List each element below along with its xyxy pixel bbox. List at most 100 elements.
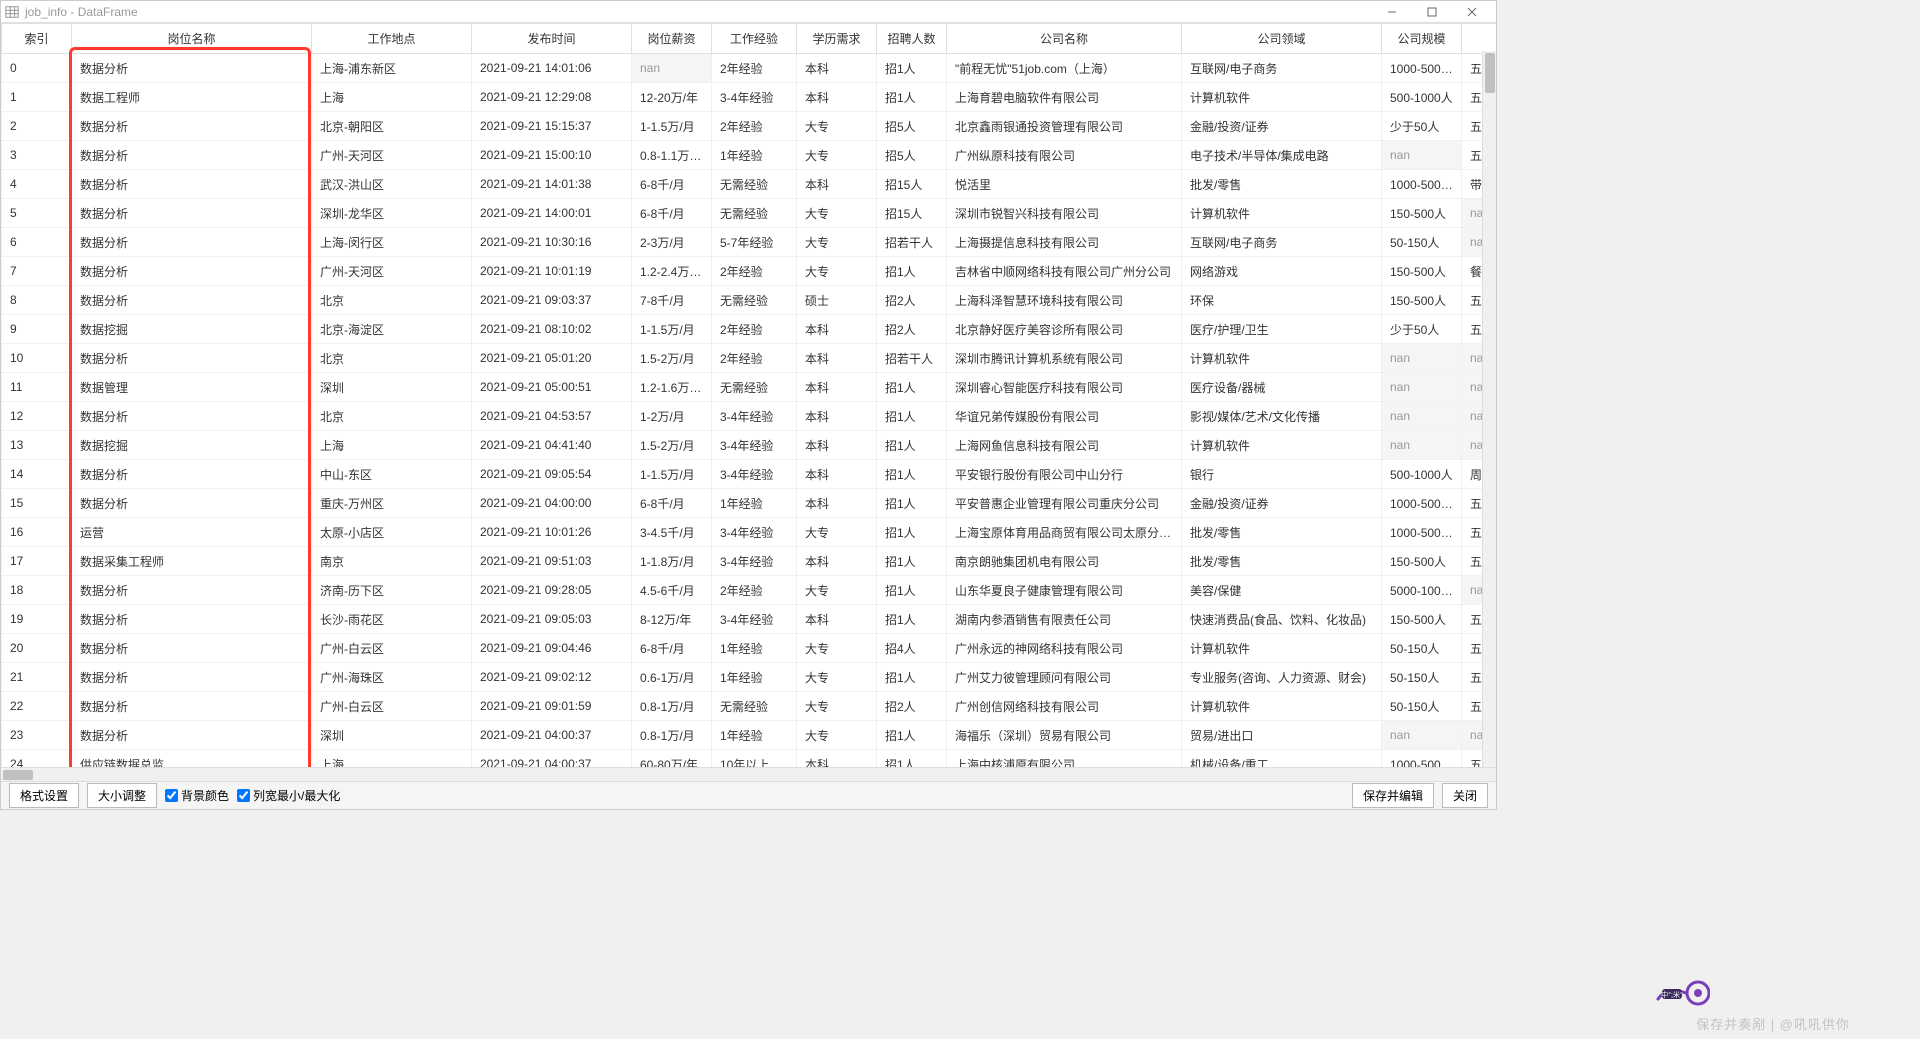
cell[interactable]: 大专	[797, 228, 877, 257]
cell[interactable]: 金融/投资/证券	[1182, 489, 1382, 518]
cell[interactable]: 3-4年经验	[712, 402, 797, 431]
cell[interactable]: 大专	[797, 634, 877, 663]
cell[interactable]: 2021-09-21 10:30:16	[472, 228, 632, 257]
cell[interactable]: 50-150人	[1382, 634, 1462, 663]
cell[interactable]: 2021-09-21 08:10:02	[472, 315, 632, 344]
dataframe-table[interactable]: 索引 岗位名称 工作地点 发布时间 岗位薪资 工作经验 学历需求 招聘人数 公司…	[1, 23, 1496, 767]
cell[interactable]: 吉林省中顺网络科技有限公司广州分公司	[947, 257, 1182, 286]
cell[interactable]: 本科	[797, 460, 877, 489]
cell[interactable]: 数据分析	[72, 199, 312, 228]
cell[interactable]: 150-500人	[1382, 605, 1462, 634]
cell[interactable]: 本科	[797, 83, 877, 112]
cell[interactable]: 2年经验	[712, 576, 797, 605]
cell[interactable]: 招1人	[877, 721, 947, 750]
cell[interactable]: 8-12万/年	[632, 605, 712, 634]
cell[interactable]: 14	[2, 460, 72, 489]
minimize-button[interactable]	[1372, 1, 1412, 23]
cell[interactable]: 数据分析	[72, 576, 312, 605]
cell[interactable]: 2021-09-21 12:29:08	[472, 83, 632, 112]
cell[interactable]: 互联网/电子商务	[1182, 54, 1382, 83]
cell[interactable]: 招1人	[877, 460, 947, 489]
col-header[interactable]: 公司规模	[1382, 24, 1462, 54]
cell[interactable]: 2021-09-21 04:00:00	[472, 489, 632, 518]
cell[interactable]: 2021-09-21 05:00:51	[472, 373, 632, 402]
cell[interactable]: 计算机软件	[1182, 634, 1382, 663]
cell[interactable]: 上海摄提信息科技有限公司	[947, 228, 1182, 257]
cell[interactable]: 北京	[312, 286, 472, 315]
cell[interactable]: 网络游戏	[1182, 257, 1382, 286]
cell[interactable]: 招1人	[877, 518, 947, 547]
cell[interactable]: 数据分析	[72, 54, 312, 83]
cell[interactable]: 本科	[797, 431, 877, 460]
cell[interactable]: 无需经验	[712, 199, 797, 228]
cell[interactable]: 招1人	[877, 547, 947, 576]
cell[interactable]: 2021-09-21 04:41:40	[472, 431, 632, 460]
table-row[interactable]: 8数据分析北京2021-09-21 09:03:377-8千/月无需经验硕士招2…	[2, 286, 1497, 315]
cell[interactable]: 平安普惠企业管理有限公司重庆分公司	[947, 489, 1182, 518]
cell[interactable]: 7-8千/月	[632, 286, 712, 315]
cell[interactable]: 批发/零售	[1182, 518, 1382, 547]
cell[interactable]: 大专	[797, 721, 877, 750]
col-header[interactable]: 工作经验	[712, 24, 797, 54]
table-row[interactable]: 18数据分析济南-历下区2021-09-21 09:28:054.5-6千/月2…	[2, 576, 1497, 605]
cell[interactable]: "前程无忧"51job.com（上海）	[947, 54, 1182, 83]
cell[interactable]: 深圳市锐智兴科技有限公司	[947, 199, 1182, 228]
cell[interactable]: 4.5-6千/月	[632, 576, 712, 605]
cell[interactable]: 海福乐（深圳）贸易有限公司	[947, 721, 1182, 750]
cell[interactable]: 中山-东区	[312, 460, 472, 489]
cell[interactable]: 数据分析	[72, 344, 312, 373]
table-row[interactable]: 15数据分析重庆-万州区2021-09-21 04:00:006-8千/月1年经…	[2, 489, 1497, 518]
cell[interactable]: 6-8千/月	[632, 489, 712, 518]
table-row[interactable]: 0数据分析上海-浦东新区2021-09-21 14:01:06nan2年经验本科…	[2, 54, 1497, 83]
cell[interactable]: 2-3万/月	[632, 228, 712, 257]
cell[interactable]: 数据分析	[72, 663, 312, 692]
resize-button[interactable]: 大小调整	[87, 783, 157, 808]
cell[interactable]: 2021-09-21 14:00:01	[472, 199, 632, 228]
cell[interactable]: 广州纵原科技有限公司	[947, 141, 1182, 170]
cell[interactable]: 南京	[312, 547, 472, 576]
cell[interactable]: 2年经验	[712, 54, 797, 83]
cell[interactable]: 大专	[797, 692, 877, 721]
table-row[interactable]: 19数据分析长沙-雨花区2021-09-21 09:05:038-12万/年3-…	[2, 605, 1497, 634]
table-row[interactable]: 17数据采集工程师南京2021-09-21 09:51:031-1.8万/月3-…	[2, 547, 1497, 576]
cell[interactable]: 计算机软件	[1182, 199, 1382, 228]
cell[interactable]: 150-500人	[1382, 199, 1462, 228]
cell[interactable]: 2021-09-21 15:00:10	[472, 141, 632, 170]
cell[interactable]: 0	[2, 54, 72, 83]
cell[interactable]: 12	[2, 402, 72, 431]
cell[interactable]: 50-150人	[1382, 663, 1462, 692]
cell[interactable]: 招5人	[877, 141, 947, 170]
cell[interactable]: 深圳-龙华区	[312, 199, 472, 228]
cell[interactable]: 无需经验	[712, 286, 797, 315]
cell[interactable]: 计算机软件	[1182, 692, 1382, 721]
cell[interactable]: 50-150人	[1382, 692, 1462, 721]
cell[interactable]: 2021-09-21 09:03:37	[472, 286, 632, 315]
cell[interactable]: 招1人	[877, 402, 947, 431]
cell[interactable]: 9	[2, 315, 72, 344]
cell[interactable]: 运营	[72, 518, 312, 547]
cell[interactable]: 济南-历下区	[312, 576, 472, 605]
table-row[interactable]: 24供应链数据总监上海2021-09-21 04:00:3760-80万/年10…	[2, 750, 1497, 768]
cell[interactable]: 0.8-1.1万/月	[632, 141, 712, 170]
cell[interactable]: 长沙-雨花区	[312, 605, 472, 634]
cell[interactable]: 数据分析	[72, 286, 312, 315]
table-row[interactable]: 23数据分析深圳2021-09-21 04:00:370.8-1万/月1年经验大…	[2, 721, 1497, 750]
table-row[interactable]: 4数据分析武汉-洪山区2021-09-21 14:01:386-8千/月无需经验…	[2, 170, 1497, 199]
cell[interactable]: 50-150人	[1382, 228, 1462, 257]
cell[interactable]: 无需经验	[712, 170, 797, 199]
cell[interactable]: 24	[2, 750, 72, 768]
table-row[interactable]: 1数据工程师上海2021-09-21 12:29:0812-20万/年3-4年经…	[2, 83, 1497, 112]
cell[interactable]: 4	[2, 170, 72, 199]
cell[interactable]: 1-1.8万/月	[632, 547, 712, 576]
col-header[interactable]: 岗位薪资	[632, 24, 712, 54]
cell[interactable]: 12-20万/年	[632, 83, 712, 112]
cell[interactable]: 招1人	[877, 83, 947, 112]
cell[interactable]: nan	[1382, 344, 1462, 373]
cell[interactable]: 医疗设备/器械	[1182, 373, 1382, 402]
cell[interactable]: 少于50人	[1382, 112, 1462, 141]
cell[interactable]: 银行	[1182, 460, 1382, 489]
bgcolor-check-input[interactable]	[165, 789, 178, 802]
close-button[interactable]	[1452, 1, 1492, 23]
cell[interactable]: 上海	[312, 83, 472, 112]
cell[interactable]: 数据分析	[72, 112, 312, 141]
